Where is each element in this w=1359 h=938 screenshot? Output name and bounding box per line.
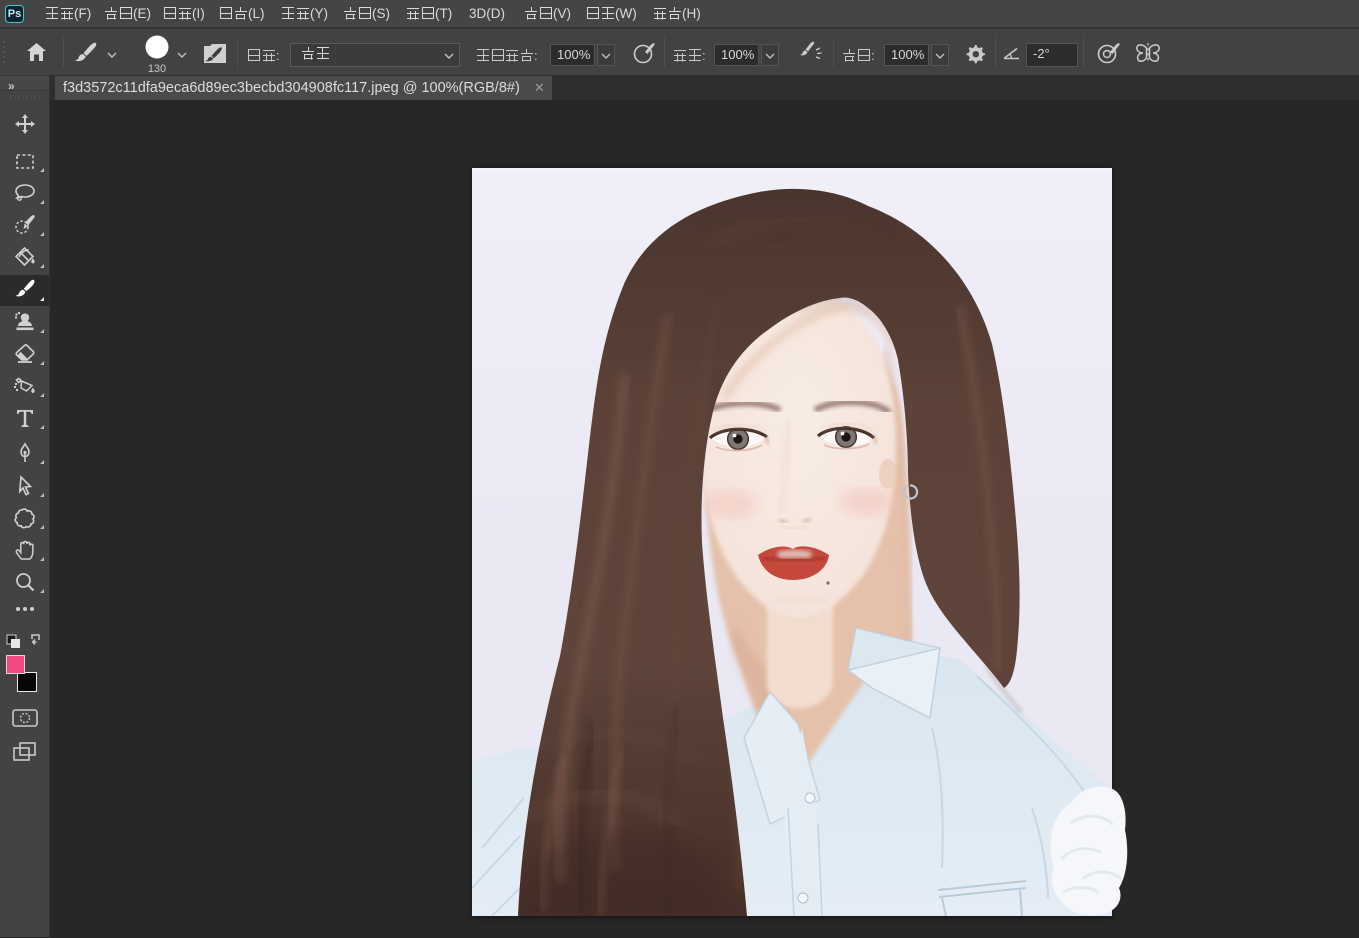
- svg-text:130: 130: [148, 63, 166, 75]
